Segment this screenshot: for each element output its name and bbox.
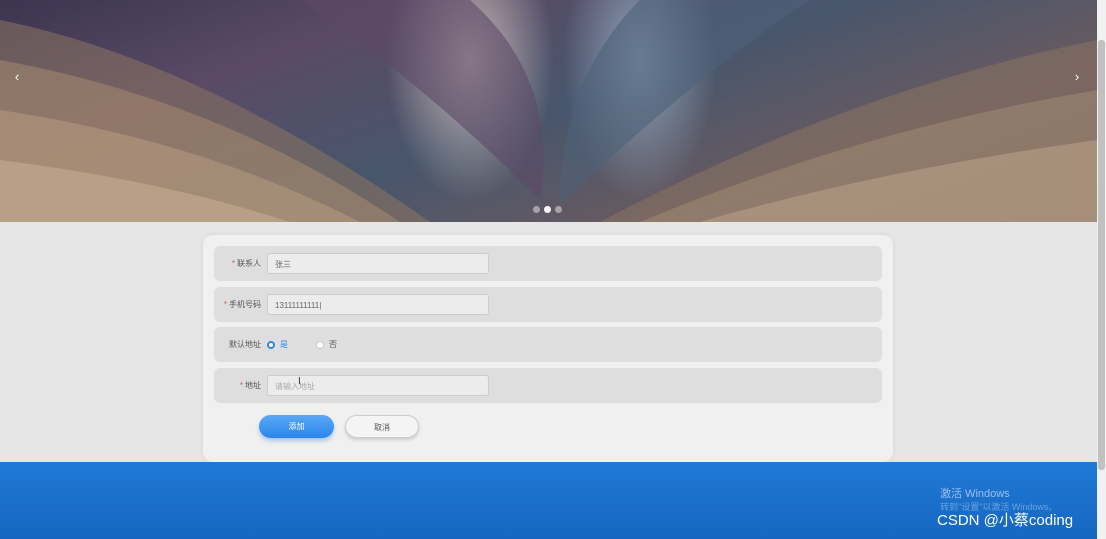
address-form: * 联系人 张三 * 手机号码 13111111111| 默认地址 是 否 * 地址 … <box>203 235 893 462</box>
contact-label: * 联系人 <box>231 259 261 268</box>
csdn-watermark: CSDN @小蔡coding <box>937 512 1074 529</box>
address-label: * 地址 <box>239 381 261 390</box>
default-address-radio-group: 是 否 <box>267 339 365 350</box>
carousel-dot-active[interactable] <box>544 206 551 213</box>
carousel-banner: ‹ › <box>0 0 1097 222</box>
phone-input[interactable]: 13111111111| <box>267 294 489 315</box>
page-scrollbar[interactable] <box>1097 0 1106 539</box>
form-row-phone: * 手机号码 13111111111| <box>214 287 882 322</box>
phone-label: * 手机号码 <box>223 300 261 309</box>
form-row-default-address: 默认地址 是 否 <box>214 327 882 362</box>
carousel-prev-icon[interactable]: ‹ <box>8 68 26 86</box>
form-row-contact: * 联系人 张三 <box>214 246 882 281</box>
scrollbar-thumb[interactable] <box>1098 40 1105 470</box>
radio-yes[interactable]: 是 <box>267 339 288 350</box>
cancel-button[interactable]: 取消 <box>345 415 419 438</box>
radio-no[interactable]: 否 <box>316 339 337 350</box>
add-button[interactable]: 添加 <box>259 415 334 438</box>
carousel-indicators <box>533 206 562 213</box>
contact-input[interactable]: 张三 <box>267 253 489 274</box>
form-row-address: * 地址 请输入地址 <box>214 368 882 403</box>
page-footer <box>0 462 1097 539</box>
carousel-dot[interactable] <box>533 206 540 213</box>
text-cursor-icon: I <box>298 376 301 387</box>
carousel-dot[interactable] <box>555 206 562 213</box>
windows-activation-watermark: 激活 Windows <box>940 488 1010 500</box>
carousel-next-icon[interactable]: › <box>1068 68 1086 86</box>
default-address-label: 默认地址 <box>229 340 261 349</box>
radio-unchecked-icon <box>316 340 324 349</box>
open-book-image <box>0 0 1097 222</box>
radio-checked-icon <box>267 340 275 349</box>
